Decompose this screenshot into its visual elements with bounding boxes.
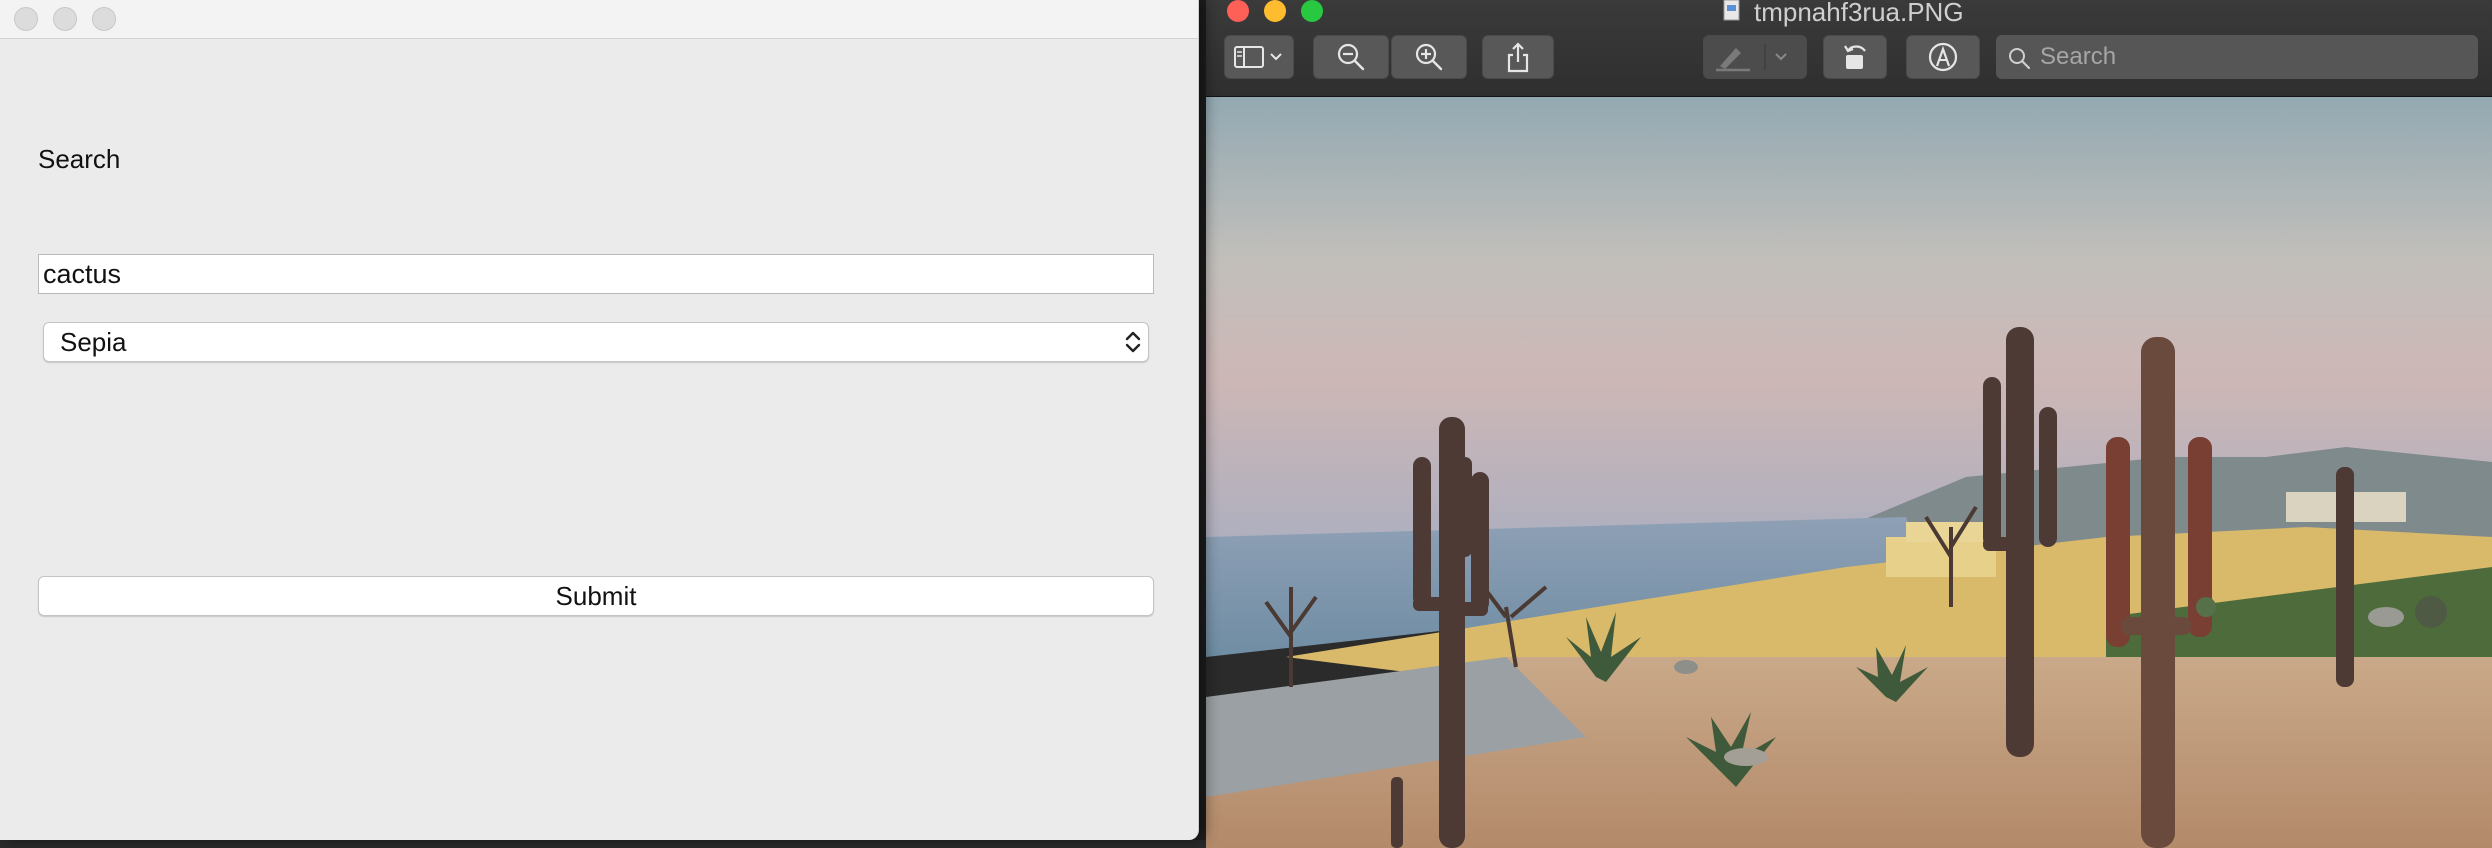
preview-titlebar: tmpnahf3rua.PNG Search bbox=[1206, 0, 2492, 97]
zoom-out-button[interactable] bbox=[1313, 35, 1389, 79]
highlight-pen-icon bbox=[1716, 44, 1787, 72]
rotate-button[interactable] bbox=[1823, 35, 1887, 79]
submit-button[interactable]: Submit bbox=[38, 576, 1154, 616]
minimize-button[interactable] bbox=[1264, 0, 1286, 22]
zoom-in-button[interactable] bbox=[1391, 35, 1467, 79]
select-chevrons-icon bbox=[1125, 331, 1141, 353]
markup-icon bbox=[1928, 42, 1958, 72]
share-button[interactable] bbox=[1482, 35, 1554, 79]
form-titlebar bbox=[0, 0, 1198, 39]
desert-photo-image bbox=[1206, 97, 2492, 848]
cactus-photo bbox=[1206, 97, 2492, 848]
zoom-in-icon bbox=[1415, 43, 1443, 71]
document-title: tmpnahf3rua.PNG bbox=[1754, 0, 1964, 27]
zoom-out-icon bbox=[1337, 43, 1365, 71]
search-icon bbox=[2009, 48, 2031, 70]
maximize-button[interactable] bbox=[1301, 0, 1323, 22]
form-window: Search Sepia Submit bbox=[0, 0, 1199, 840]
minimize-button[interactable] bbox=[53, 7, 77, 31]
markup-button[interactable] bbox=[1906, 35, 1980, 79]
filter-select[interactable]: Sepia bbox=[43, 322, 1149, 362]
search-label: Search bbox=[38, 144, 121, 174]
search-placeholder: Search bbox=[2040, 43, 2117, 70]
close-button[interactable] bbox=[1227, 0, 1249, 22]
maximize-button[interactable] bbox=[92, 7, 116, 31]
background-window-strip bbox=[0, 840, 1210, 848]
share-icon bbox=[1507, 42, 1529, 73]
sidebar-icon bbox=[1234, 46, 1282, 68]
highlight-button[interactable] bbox=[1703, 35, 1807, 79]
filter-selected-value: Sepia bbox=[60, 327, 127, 357]
sidebar-toggle-button[interactable] bbox=[1224, 35, 1294, 79]
preview-window: tmpnahf3rua.PNG Search bbox=[1206, 0, 2492, 848]
close-button[interactable] bbox=[14, 7, 38, 31]
preview-search-field[interactable]: Search bbox=[1996, 35, 2478, 79]
search-input[interactable] bbox=[38, 254, 1154, 294]
document-icon bbox=[1723, 0, 1740, 21]
rotate-icon bbox=[1844, 45, 1866, 69]
